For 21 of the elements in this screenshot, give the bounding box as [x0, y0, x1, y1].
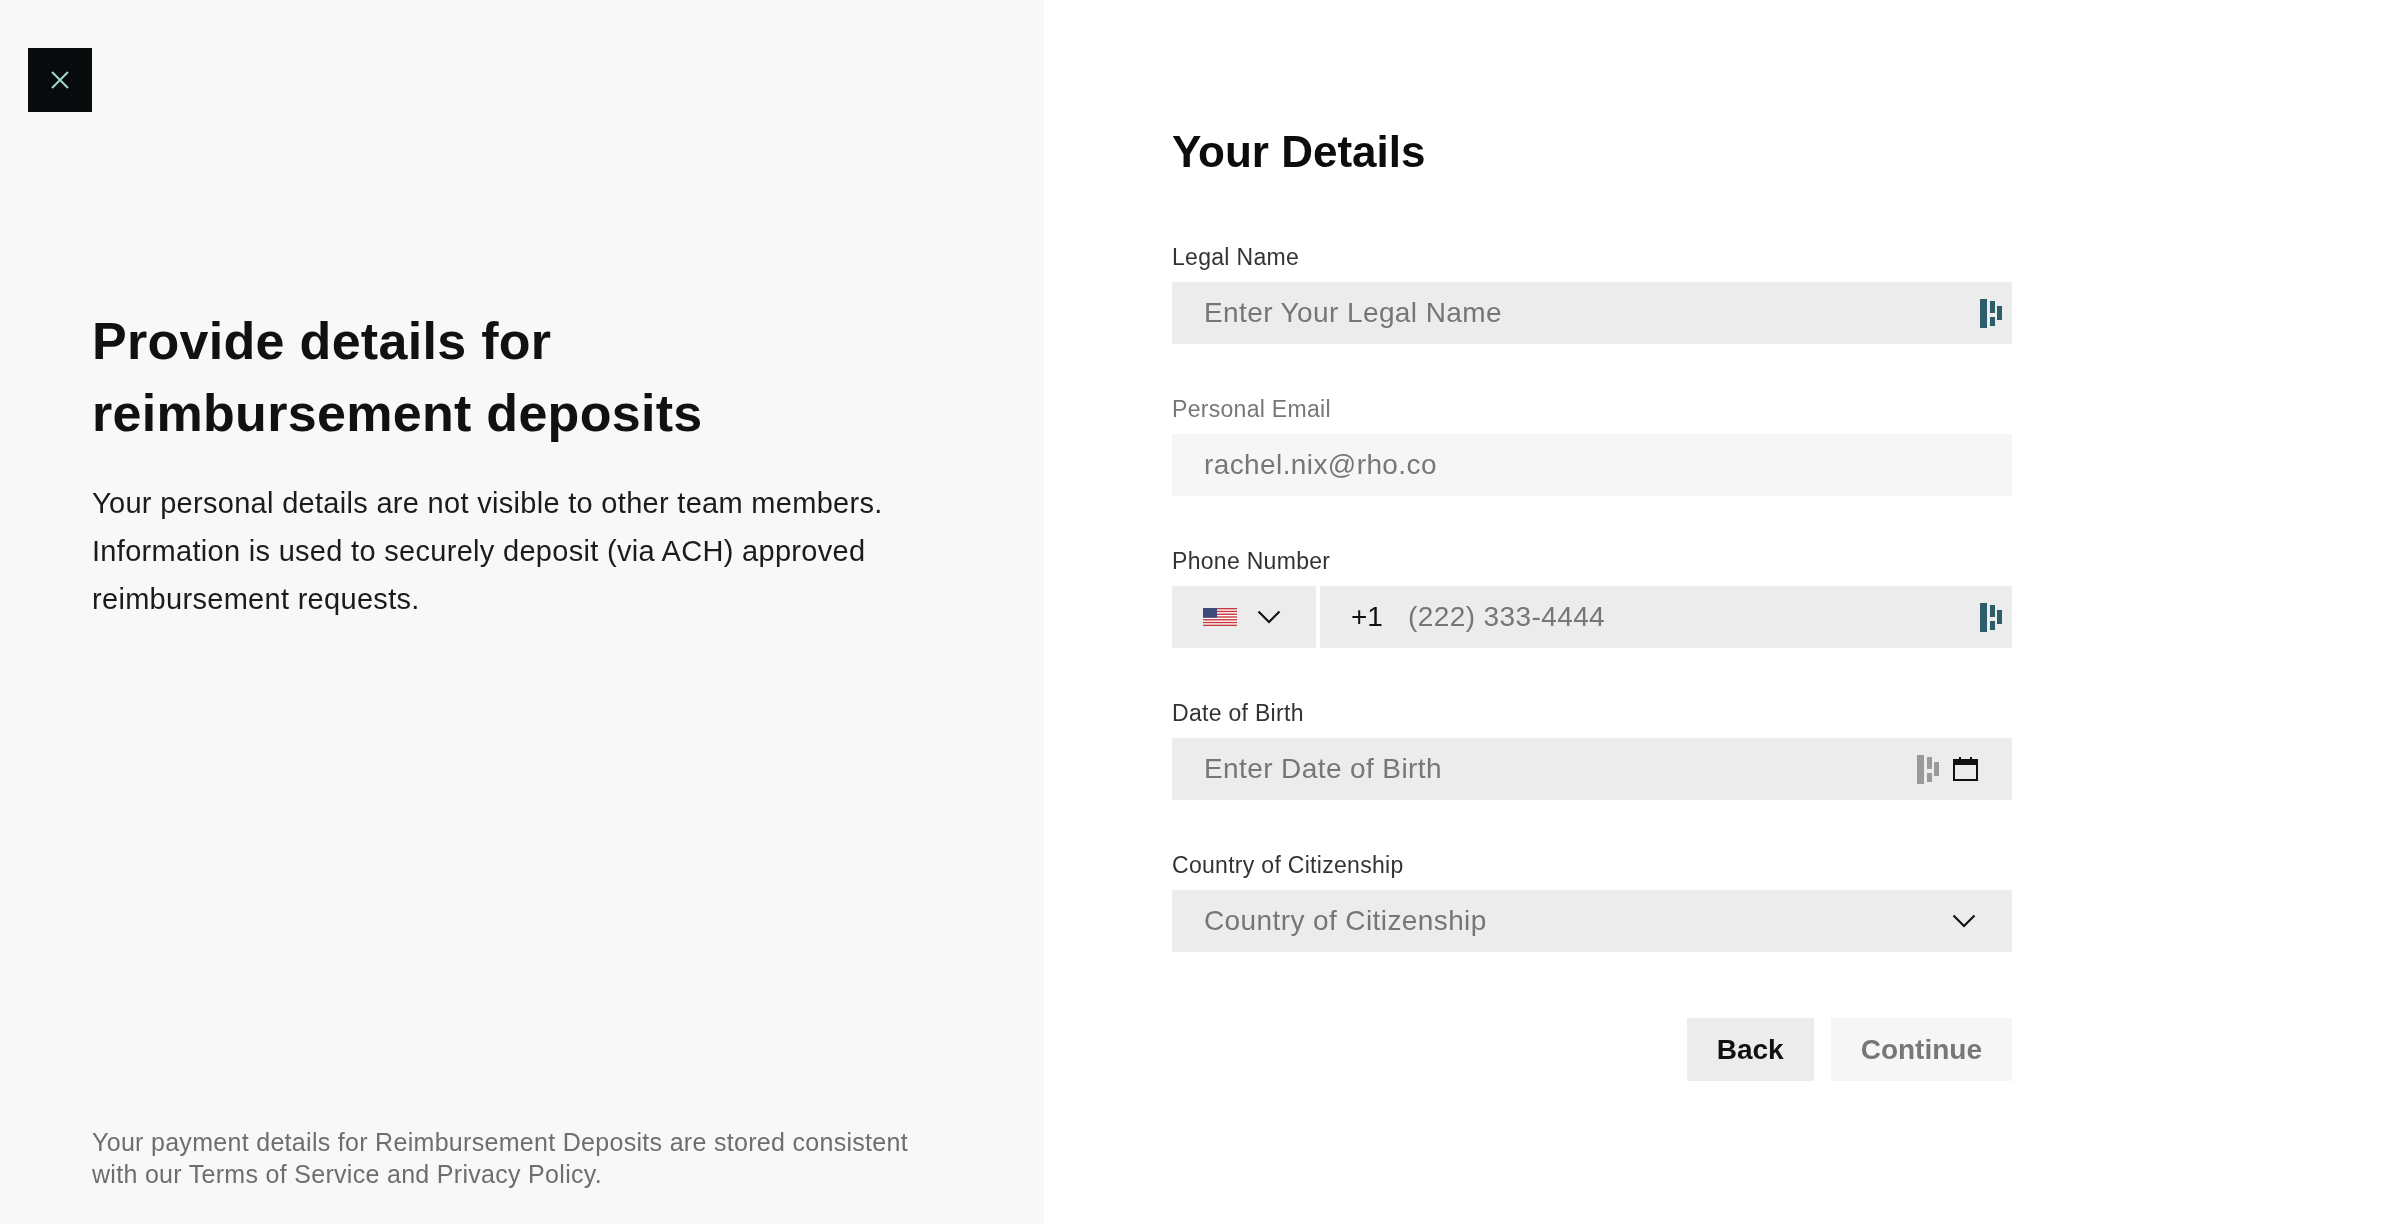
calendar-icon	[1953, 757, 1978, 781]
country-code-select[interactable]	[1172, 586, 1316, 648]
field-label: Phone Number	[1172, 547, 1331, 576]
chevron-down-icon	[1952, 914, 1976, 928]
intro-heading: Provide details for reimbursement deposits	[92, 311, 704, 444]
form-title: Your Details	[1172, 126, 1426, 178]
close-button[interactable]	[28, 48, 92, 112]
text-input-field[interactable]: Enter Your Legal Name	[1172, 282, 2012, 344]
field-label: Date of Birth	[1172, 699, 1304, 728]
field-label: Country of Citizenship	[1172, 851, 1404, 880]
intro-description: Your personal details are not visible to other team members. Information is used to securely deposit (via ACH) approved reimbursement requests.	[92, 486, 884, 617]
date-input-field[interactable]: Enter Date of Birth	[1172, 738, 2012, 800]
field-label: Legal Name	[1172, 243, 1300, 272]
back-button[interactable]: Back	[1686, 1018, 1814, 1081]
close-icon	[51, 71, 69, 89]
dial-code: +1	[1351, 601, 1383, 633]
chevron-down-icon	[1257, 610, 1281, 624]
flag-icon	[1203, 608, 1237, 626]
dropdown-field[interactable]: Country of Citizenship	[1172, 890, 2012, 952]
storage-notice: Your payment details for Reimbursement Deposits are stored consistent with our Terms of Service and Privacy Policy.	[92, 1127, 909, 1190]
field-label: Personal Email	[1172, 395, 1331, 424]
